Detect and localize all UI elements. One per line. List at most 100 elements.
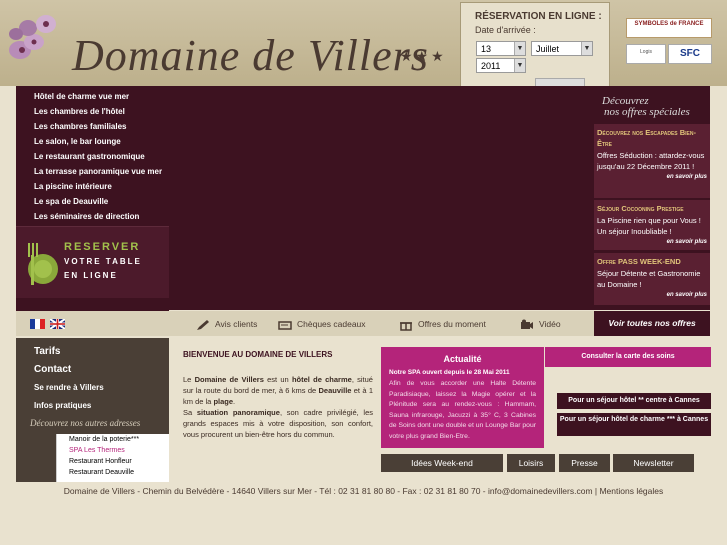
address-item[interactable]: Restaurant Honfleur [57,456,169,467]
gift-icon [400,322,412,331]
arrival-month-select[interactable]: Juillet ▼ [531,41,593,56]
leisure-button[interactable]: Loisirs [507,454,555,472]
gift-vouchers-link[interactable]: Chèques cadeaux [278,315,366,333]
english-flag-icon[interactable] [50,319,65,329]
welcome-text-part: situation panoramique [196,408,280,417]
header: Domaine de Villers ★★★ RÉSERVATION EN LI… [0,0,727,87]
reserve-line-2: VOTRE TABLE [64,257,142,266]
offer-card[interactable]: Séjour Cocooning Prestige La Piscine rie… [594,200,710,250]
offer-title: Offre PASS WEEK-END [597,257,681,266]
cannes-hotel-button[interactable]: Pour un séjour hôtel ** centre à Cannes [557,393,711,409]
welcome-text-part: Deauville [318,386,352,395]
booking-widget: RÉSERVATION EN LIGNE : Date d'arrivée : … [460,2,610,87]
orchid-logo-icon[interactable] [4,6,74,70]
site-title[interactable]: Domaine de Villers [72,30,429,81]
other-addresses-list[interactable]: Manoir de la poterie*** SPA Les Thermes … [56,434,169,482]
welcome-text-part: est un [263,375,292,384]
video-label: Vidéo [539,319,561,329]
partner-logo-logis[interactable]: Logis [626,44,666,64]
spa-menu-button[interactable]: Consulter la carte des soins [545,347,711,367]
offer-text: La Piscine rien que pour Vous ! Un séjou… [597,216,701,236]
offer-card[interactable]: Offre PASS WEEK-END Séjour Détente et Ga… [594,253,710,305]
arrival-day-select[interactable]: 13 ▼ [476,41,526,56]
offer-card[interactable]: Découvrez nos Escapades Bien-Être Offres… [594,124,710,198]
welcome-section: BIENVENUE AU DOMAINE DE VILLERS Le Domai… [169,338,377,482]
booking-title: RÉSERVATION EN LIGNE : [475,11,602,22]
news-panel: Actualité Notre SPA ouvert depuis le 28 … [381,347,544,448]
arrival-year-select[interactable]: 2011 ▼ [476,58,526,73]
address-item[interactable]: Manoir de la poterie*** [57,434,169,445]
partner-logo-sfc[interactable]: SFC [668,44,712,64]
welcome-text-part: Sa [183,408,197,417]
offer-title: Découvrez nos Escapades Bien-Être [597,128,696,148]
address-item[interactable]: Restaurant Deauville [57,467,169,478]
news-title: Actualité [443,354,482,364]
chevron-down-icon: ▼ [514,42,525,55]
camera-icon [521,319,533,329]
side-item-infos[interactable]: Infos pratiques [16,398,169,416]
offer-title: Séjour Cocooning Prestige [597,204,684,213]
side-menu: Tarifs Contact Se rendre à Villers Infos… [16,338,169,482]
welcome-text-part: hôtel de charme [291,375,352,384]
arrival-day-value: 13 [481,44,492,54]
nav-item-hotel[interactable]: Hôtel de charme vue mer [16,90,169,105]
offer-more-link[interactable]: en savoir plus [597,292,707,298]
customer-reviews-link[interactable]: Avis clients [196,315,257,333]
nav-item-piscine[interactable]: La piscine intérieure [16,180,169,195]
arrival-month-value: Juillet [536,44,560,54]
cannes-charm-hotel-button[interactable]: Pour un séjour hôtel de charme *** à Can… [557,413,711,436]
news-text: Afin de vous accorder une Halte Détente … [389,380,536,440]
all-offers-button[interactable]: Voir toutes nos offres [594,311,710,336]
plate-cutlery-icon [28,243,58,285]
arrival-date-label: Date d'arrivée : [475,25,536,35]
arrival-year-value: 2011 [481,61,501,71]
special-offers-panel: Découvrez nos offres spéciales Découvrez… [592,86,710,310]
gift-vouchers-label: Chèques cadeaux [297,319,366,329]
nav-item-chambres-familiales[interactable]: Les chambres familiales [16,120,169,135]
nav-item-spa[interactable]: Le spa de Deauville [16,195,169,210]
nav-item-seminaires[interactable]: Les séminaires de direction [16,210,169,225]
current-offers-label: Offres du moment [418,319,486,329]
nav-item-restaurant[interactable]: Le restaurant gastronomique [16,150,169,165]
press-button[interactable]: Presse [559,454,610,472]
nav-item-chambres[interactable]: Les chambres de l'hôtel [16,105,169,120]
reserve-table-banner[interactable]: RESERVER VOTRE TABLE EN LIGNE [16,226,169,298]
hotel-stars: ★★★ [400,48,447,64]
offers-heading: Découvrez nos offres spéciales [602,96,690,118]
reserve-line-1: RESERVER [64,241,141,253]
chevron-down-icon: ▼ [581,42,592,55]
partner-logo-symboles[interactable]: SYMBOLES de FRANCE [626,18,712,38]
welcome-text-part: . [233,397,236,406]
welcome-text-part: Domaine de Villers [194,375,264,384]
welcome-text-part: Le [183,375,195,384]
offer-more-link[interactable]: en savoir plus [597,174,707,180]
chevron-down-icon: ▼ [514,59,525,72]
newsletter-button[interactable]: Newsletter [613,454,694,472]
welcome-text: Le Domaine de Villers est un hôtel de ch… [183,374,373,440]
current-offers-link[interactable]: Offres du moment [399,315,486,333]
side-item-contact[interactable]: Contact [16,362,169,380]
quick-links-bar: Avis clients Chèques cadeaux Offres du m… [16,311,710,336]
reserve-line-3: EN LIGNE [64,271,118,280]
welcome-text-part: plage [213,397,234,406]
weekend-ideas-button[interactable]: Idées Week-end [381,454,503,472]
side-item-tarifs[interactable]: Tarifs [16,344,169,362]
offer-text: Offres Séduction : attardez-vous jusqu'a… [597,151,705,171]
address-item[interactable]: SPA Les Thermes [57,445,169,456]
footer: Domaine de Villers - Chemin du Belvédère… [63,486,664,496]
offers-heading-line2: nos offres spéciales [604,106,690,118]
customer-reviews-label: Avis clients [215,319,258,329]
voucher-icon [278,321,292,330]
main-panel: Hôtel de charme vue mer Les chambres de … [16,86,710,312]
welcome-title: BIENVENUE AU DOMAINE DE VILLERS [183,350,333,359]
nav-item-terrasse[interactable]: La terrasse panoramique vue mer [16,165,169,180]
news-headline[interactable]: Notre SPA ouvert depuis le 28 Mai 2011 [381,368,544,377]
pen-icon [197,319,209,330]
main-nav: Hôtel de charme vue mer Les chambres de … [16,86,169,312]
nav-item-salon[interactable]: Le salon, le bar lounge [16,135,169,150]
video-link[interactable]: Vidéo [520,315,561,333]
offer-more-link[interactable]: en savoir plus [597,239,707,245]
french-flag-icon[interactable] [30,319,45,329]
side-item-directions[interactable]: Se rendre à Villers [16,380,169,398]
offer-text: Séjour Détente et Gastronomie au Domaine… [597,269,701,289]
